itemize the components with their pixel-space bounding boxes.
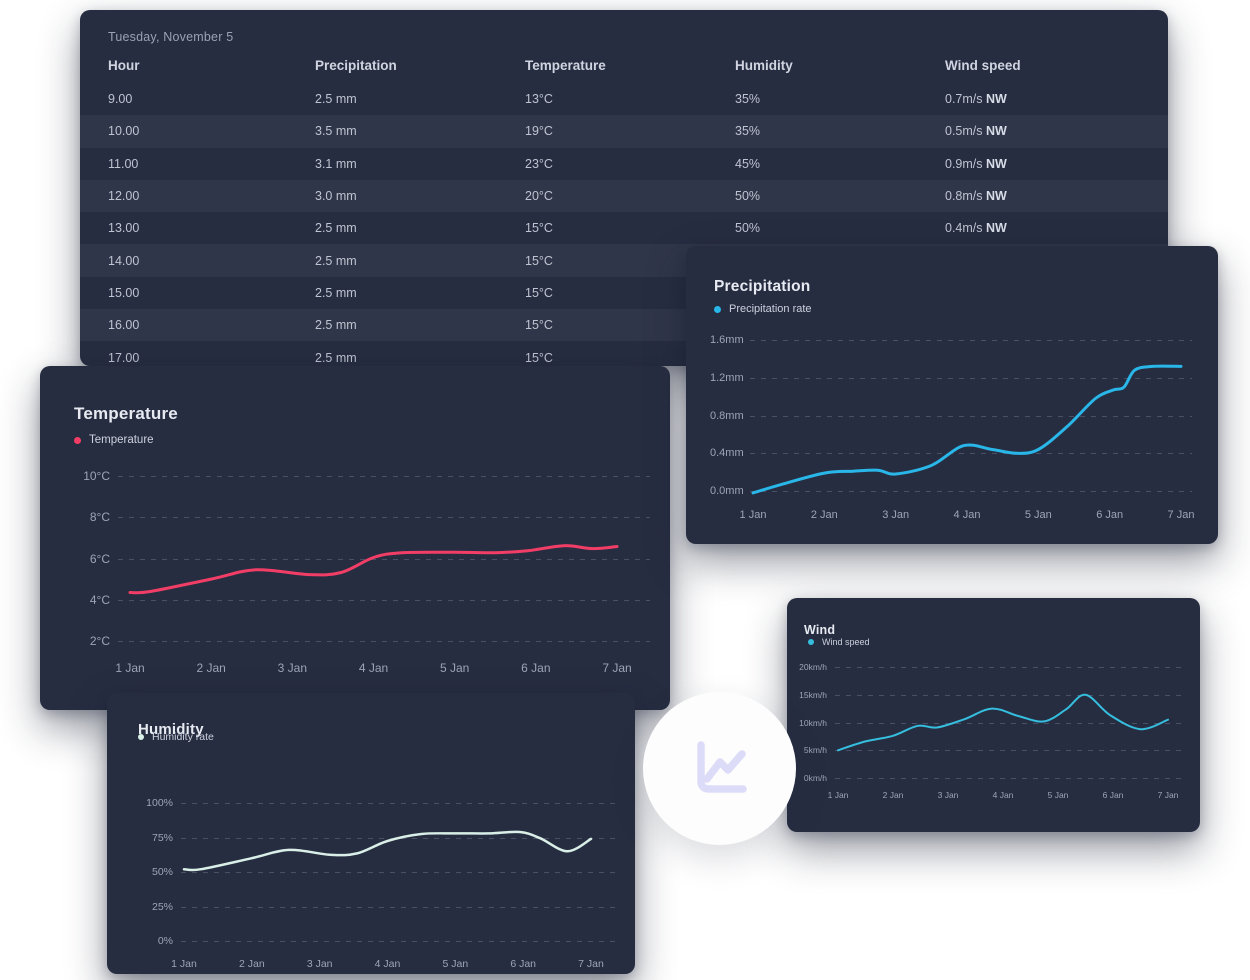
humidity-cell: 45% [735, 157, 935, 171]
column-header: Temperature [525, 58, 725, 73]
hour-cell: 14.00 [108, 254, 308, 268]
wind-line [799, 659, 1186, 811]
humidity-cell: 50% [735, 189, 935, 203]
temperature-cell: 15°C [525, 221, 725, 235]
legend-dot-icon [138, 734, 144, 740]
table-row: 12.00 3.0 mm 20°C 50% 0.8m/s NW [80, 180, 1168, 212]
legend-dot-icon [808, 639, 814, 645]
wind-speed-cell: 0.7m/s NW [945, 92, 1145, 106]
legend-dot-icon [714, 306, 721, 313]
table-row: 13.00 2.5 mm 15°C 50% 0.4m/s NW [80, 212, 1168, 244]
wind-chart[interactable]: 20km/h15km/h10km/h5km/h0km/h1 Jan2 Jan3 … [799, 659, 1186, 811]
hour-cell: 10.00 [108, 124, 308, 138]
wind-speed-cell: 0.4m/s NW [945, 221, 1145, 235]
legend-label: Humidity rate [152, 731, 214, 743]
table-row: 11.00 3.1 mm 23°C 45% 0.9m/s NW [80, 148, 1168, 180]
legend-dot-icon [74, 437, 81, 444]
legend: Wind speed [808, 637, 870, 647]
table-date-label: Tuesday, November 5 [108, 30, 233, 44]
column-header: Humidity [735, 58, 935, 73]
legend: Temperature [74, 434, 154, 446]
legend-label: Wind speed [822, 637, 870, 647]
precipitation-cell: 3.0 mm [315, 189, 515, 203]
wind-speed-cell: 0.8m/s NW [945, 189, 1145, 203]
table-row: 10.00 3.5 mm 19°C 35% 0.5m/s NW [80, 115, 1168, 147]
precipitation-cell: 2.5 mm [315, 351, 515, 365]
precipitation-cell: 2.5 mm [315, 221, 515, 235]
hour-cell: 16.00 [108, 318, 308, 332]
hour-cell: 13.00 [108, 221, 308, 235]
legend-label: Precipitation rate [729, 303, 812, 315]
humidity-chart-panel: Humidity Humidity rate 100%75%50%25%0%1 … [107, 693, 635, 974]
humidity-line [131, 795, 615, 980]
wind-speed-cell: 0.5m/s NW [945, 124, 1145, 138]
precipitation-line [710, 332, 1192, 532]
column-header: Precipitation [315, 58, 515, 73]
chart-title: Wind [804, 623, 835, 637]
legend: Humidity rate [138, 731, 214, 743]
precipitation-cell: 2.5 mm [315, 254, 515, 268]
line-chart-icon [682, 731, 758, 807]
column-header: Hour [108, 58, 308, 73]
hour-cell: 9.00 [108, 92, 308, 106]
precipitation-chart[interactable]: 1.6mm1.2mm0.8mm0.4mm0.0mm1 Jan2 Jan3 Jan… [710, 332, 1192, 532]
precipitation-cell: 2.5 mm [315, 92, 515, 106]
precipitation-cell: 3.5 mm [315, 124, 515, 138]
hour-cell: 15.00 [108, 286, 308, 300]
column-header: Wind speed [945, 58, 1145, 73]
hour-cell: 11.00 [108, 157, 308, 171]
wind-chart-panel: Wind Wind speed 20km/h15km/h10km/h5km/h0… [787, 598, 1200, 832]
precipitation-cell: 3.1 mm [315, 157, 515, 171]
temperature-chart[interactable]: 10°C8°C6°C4°C2°C1 Jan2 Jan3 Jan4 Jan5 Ja… [70, 468, 650, 690]
precipitation-cell: 2.5 mm [315, 286, 515, 300]
temperature-cell: 19°C [525, 124, 725, 138]
temperature-chart-panel: Temperature Temperature 10°C8°C6°C4°C2°C… [40, 366, 670, 710]
temperature-cell: 20°C [525, 189, 725, 203]
humidity-cell: 35% [735, 92, 935, 106]
table-row: 9.00 2.5 mm 13°C 35% 0.7m/s NW [80, 83, 1168, 115]
wind-speed-cell: 0.9m/s NW [945, 157, 1145, 171]
chart-title: Precipitation [714, 278, 810, 296]
table-header-row: Hour Precipitation Temperature Humidity Wind… [80, 58, 1168, 80]
temperature-line [70, 468, 650, 690]
chart-title: Temperature [74, 404, 178, 424]
hour-cell: 12.00 [108, 189, 308, 203]
precipitation-chart-panel: Precipitation Precipitation rate 1.6mm1.… [686, 246, 1218, 544]
humidity-cell: 35% [735, 124, 935, 138]
humidity-cell: 50% [735, 221, 935, 235]
chart-bubble [643, 692, 796, 845]
temperature-cell: 13°C [525, 92, 725, 106]
legend-label: Temperature [89, 434, 154, 446]
humidity-chart[interactable]: 100%75%50%25%0%1 Jan2 Jan3 Jan4 Jan5 Jan… [131, 795, 615, 980]
temperature-cell: 23°C [525, 157, 725, 171]
legend: Precipitation rate [714, 303, 812, 315]
weather-dashboard: Tuesday, November 5 Hour Precipitation Tem… [0, 0, 1250, 980]
hour-cell: 17.00 [108, 351, 308, 365]
precipitation-cell: 2.5 mm [315, 318, 515, 332]
